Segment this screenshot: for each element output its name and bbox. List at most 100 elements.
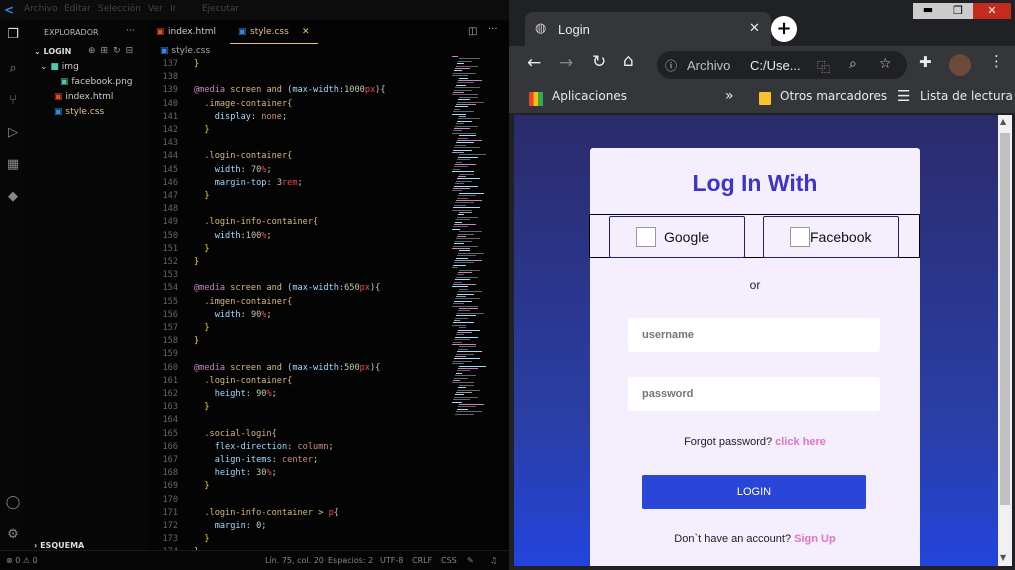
login-button[interactable]: LOGIN xyxy=(642,475,866,509)
code-line[interactable]: 159 xyxy=(148,348,448,361)
code-line[interactable]: 164 xyxy=(148,414,448,427)
code-line[interactable]: 139 @media screen and (max-width:1000px){ xyxy=(148,84,448,97)
code-line[interactable]: 152} xyxy=(148,256,448,269)
menu-edit[interactable]: Editar xyxy=(64,4,91,14)
code-line[interactable]: 142 } xyxy=(148,124,448,137)
minimize-button[interactable]: ▬ xyxy=(913,3,943,19)
code-line[interactable]: 146 margin-top: 3rem; xyxy=(148,177,448,190)
tab-style-css[interactable]: ▣ style.css ✕ xyxy=(230,20,318,44)
address-bar[interactable]: ⓘ Archivo C:/Use... ⿻ ⌕ ☆ xyxy=(657,51,907,79)
facebook-login-button[interactable]: Facebook xyxy=(763,216,899,258)
code-line[interactable]: 153 xyxy=(148,269,448,282)
code-line[interactable]: 143 xyxy=(148,137,448,150)
avatar[interactable] xyxy=(949,54,971,76)
code-line[interactable]: 166 flex-direction: column; xyxy=(148,441,448,454)
code-line[interactable]: 147 } xyxy=(148,190,448,203)
scroll-down-icon[interactable]: ▼ xyxy=(1000,553,1006,562)
code-line[interactable]: 169 } xyxy=(148,480,448,493)
bookmark-star-icon[interactable]: ☆ xyxy=(879,56,892,72)
project-folder[interactable]: ⌄ LOGIN xyxy=(34,47,71,56)
code-line[interactable]: 141 display: none; xyxy=(148,111,448,124)
notifications-bell-icon[interactable]: ♫ xyxy=(490,556,497,565)
close-tab-icon[interactable]: ✕ xyxy=(749,21,760,36)
bookmark-reading-list[interactable]: Lista de lectura xyxy=(920,89,1013,103)
info-icon[interactable]: ⓘ xyxy=(665,57,677,74)
explorer-more-icon[interactable]: ··· xyxy=(126,26,135,36)
password-input[interactable] xyxy=(628,377,880,411)
code-line[interactable]: 163 } xyxy=(148,401,448,414)
code-line[interactable]: 138 xyxy=(148,71,448,84)
code-line[interactable]: 171 .login-info-container > p{ xyxy=(148,507,448,520)
code-line[interactable]: 140 .image-container{ xyxy=(148,98,448,111)
bookmarks-overflow-icon[interactable]: » xyxy=(725,88,734,104)
tree-folder-img[interactable]: ⌄ ■ img xyxy=(40,62,79,72)
cursor-position[interactable]: Lín. 75, col. 20 xyxy=(265,556,324,565)
home-icon[interactable]: ⌂ xyxy=(623,51,634,71)
split-editor-icon[interactable]: ◫ xyxy=(468,26,477,37)
code-line[interactable]: 145 width: 70%; xyxy=(148,164,448,177)
new-tab-button[interactable]: + xyxy=(771,16,797,42)
account-icon[interactable]: ◯ xyxy=(4,494,22,512)
google-login-button[interactable]: Google xyxy=(609,216,745,258)
code-line[interactable]: 161 .login-container{ xyxy=(148,375,448,388)
files-icon[interactable]: ❐ xyxy=(4,26,22,44)
tree-file-facebook[interactable]: ▣ facebook.png xyxy=(60,77,133,87)
scroll-up-icon[interactable]: ▲ xyxy=(1000,117,1006,126)
code-line[interactable]: 144 .login-container{ xyxy=(148,150,448,163)
breadcrumb[interactable]: ▣ style.css xyxy=(160,46,210,56)
code-line[interactable]: 165 .social-login{ xyxy=(148,428,448,441)
code-line[interactable]: 150 width:100%; xyxy=(148,230,448,243)
code-line[interactable]: 154 @media screen and (max-width:650px){ xyxy=(148,282,448,295)
code-line[interactable]: 155 .imgen-container{ xyxy=(148,296,448,309)
menu-selection[interactable]: Selección xyxy=(98,4,141,14)
search-icon[interactable]: ⌕ xyxy=(4,60,22,78)
run-debug-icon[interactable]: ▷ xyxy=(4,124,22,142)
translate-icon[interactable]: ⿻ xyxy=(817,57,830,76)
close-tab-icon[interactable]: ✕ xyxy=(302,20,310,44)
code-line[interactable]: 137} xyxy=(148,58,448,71)
outline-section[interactable]: › ESQUEMA xyxy=(34,541,84,550)
encoding[interactable]: UTF-8 xyxy=(380,556,403,565)
language-mode[interactable]: CSS xyxy=(441,556,457,565)
code-line[interactable]: 168 height: 30%; xyxy=(148,467,448,480)
code-line[interactable]: 167 align-items: center; xyxy=(148,454,448,467)
code-line[interactable]: 148 xyxy=(148,203,448,216)
back-arrow-icon[interactable]: ← xyxy=(527,53,541,73)
code-line[interactable]: 157 } xyxy=(148,322,448,335)
tree-file-index[interactable]: ▣ index.html xyxy=(54,92,113,102)
signup-link[interactable]: Sign Up xyxy=(794,533,836,545)
zoom-icon[interactable]: ⌕ xyxy=(849,56,857,72)
feedback-icon[interactable]: ✎ xyxy=(467,556,474,565)
code-line[interactable]: 172 margin: 0; xyxy=(148,520,448,533)
browser-tab-login[interactable]: ◍ Login ✕ xyxy=(525,12,771,48)
code-line[interactable]: 170 xyxy=(148,494,448,507)
bookmark-apps[interactable]: Aplicaciones xyxy=(552,89,627,103)
page-scrollbar[interactable]: ▲ ▼ xyxy=(998,115,1012,566)
bookmark-other[interactable]: Otros marcadores xyxy=(780,89,887,103)
code-line[interactable]: 151 } xyxy=(148,243,448,256)
docker-icon[interactable]: ◆ xyxy=(4,188,22,206)
forgot-link[interactable]: click here xyxy=(775,436,826,448)
settings-gear-icon[interactable]: ⚙ xyxy=(4,526,22,544)
maximize-button[interactable]: ❐ xyxy=(943,3,973,19)
scrollbar-thumb[interactable] xyxy=(1000,133,1010,505)
menu-dots-icon[interactable]: ⋮ xyxy=(989,52,1004,70)
tree-file-style[interactable]: ▣ style.css xyxy=(54,107,104,117)
problems-indicator[interactable]: ⊗ 0 ⚠ 0 xyxy=(6,556,38,565)
code-line[interactable]: 160 @media screen and (max-width:500px){ xyxy=(148,362,448,375)
close-window-button[interactable]: ✕ xyxy=(973,3,1011,19)
code-line[interactable]: 156 width: 90%; xyxy=(148,309,448,322)
forward-arrow-icon[interactable]: → xyxy=(559,53,573,73)
code-line[interactable]: 162 height: 90%; xyxy=(148,388,448,401)
code-line[interactable]: 149 .login-info-container{ xyxy=(148,216,448,229)
menu-file[interactable]: Archivo xyxy=(24,4,58,14)
explorer-actions[interactable]: ⊕⊞↻⊟ xyxy=(88,46,138,56)
editor-more-icon[interactable]: ··· xyxy=(488,24,498,35)
code-line[interactable]: 173 } xyxy=(148,533,448,546)
tab-index-html[interactable]: ▣ index.html xyxy=(148,20,230,44)
extensions-puzzle-icon[interactable]: ✚ xyxy=(919,53,932,71)
minimap[interactable] xyxy=(448,56,508,416)
username-input[interactable] xyxy=(628,318,880,352)
code-line[interactable]: 158} xyxy=(148,335,448,348)
extensions-icon[interactable]: ▦ xyxy=(4,156,22,174)
